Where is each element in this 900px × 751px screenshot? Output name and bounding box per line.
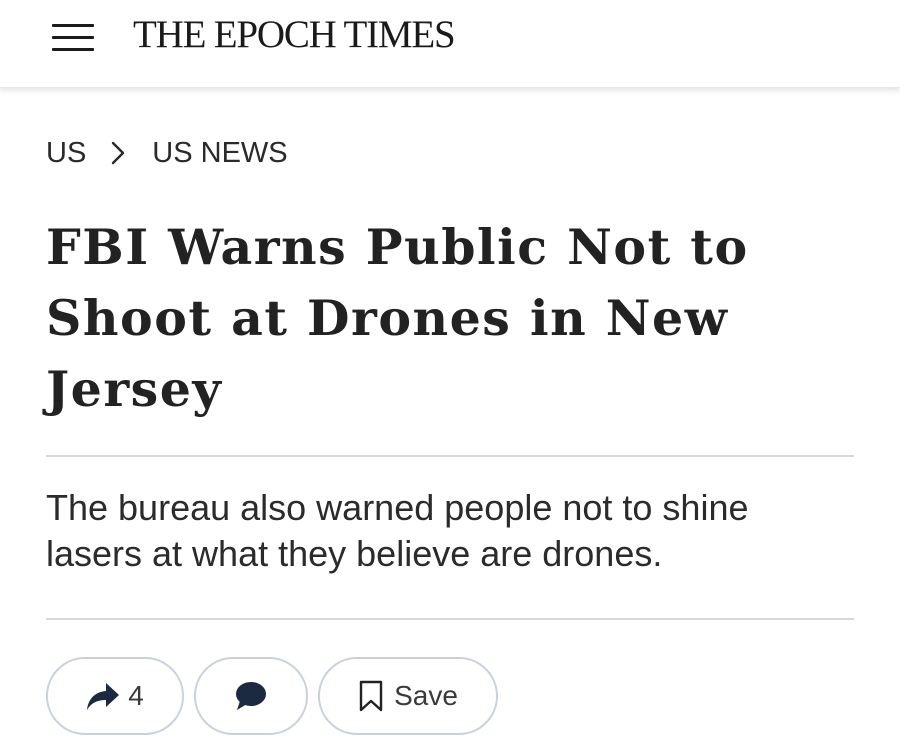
save-label: Save: [394, 680, 458, 711]
menu-line: [52, 36, 94, 39]
bookmark-icon: [359, 680, 383, 712]
breadcrumb: US US NEWS: [46, 133, 288, 173]
hamburger-menu-icon[interactable]: [52, 22, 96, 52]
article-headline: FBI Warns Public Not to Shoot at Drones …: [46, 218, 749, 418]
comment-bubble-icon: [236, 682, 266, 710]
top-bar: THE EPOCH TIMES: [0, 0, 900, 88]
breadcrumb-section[interactable]: US: [46, 137, 86, 170]
divider: [46, 455, 854, 457]
comment-button[interactable]: [194, 657, 308, 735]
breadcrumb-subsection[interactable]: US NEWS: [152, 137, 287, 170]
site-logo[interactable]: THE EPOCH TIMES: [133, 12, 456, 58]
menu-line: [52, 48, 94, 51]
share-arrow-icon: [87, 683, 120, 710]
share-button[interactable]: 4: [46, 657, 184, 735]
save-button[interactable]: Save: [318, 657, 498, 735]
divider: [46, 618, 854, 620]
article-subheadline: The bureau also warned people not to shi…: [46, 487, 749, 574]
chevron-right-icon: [112, 141, 125, 165]
share-count: 4: [128, 680, 144, 711]
menu-line: [52, 24, 94, 27]
